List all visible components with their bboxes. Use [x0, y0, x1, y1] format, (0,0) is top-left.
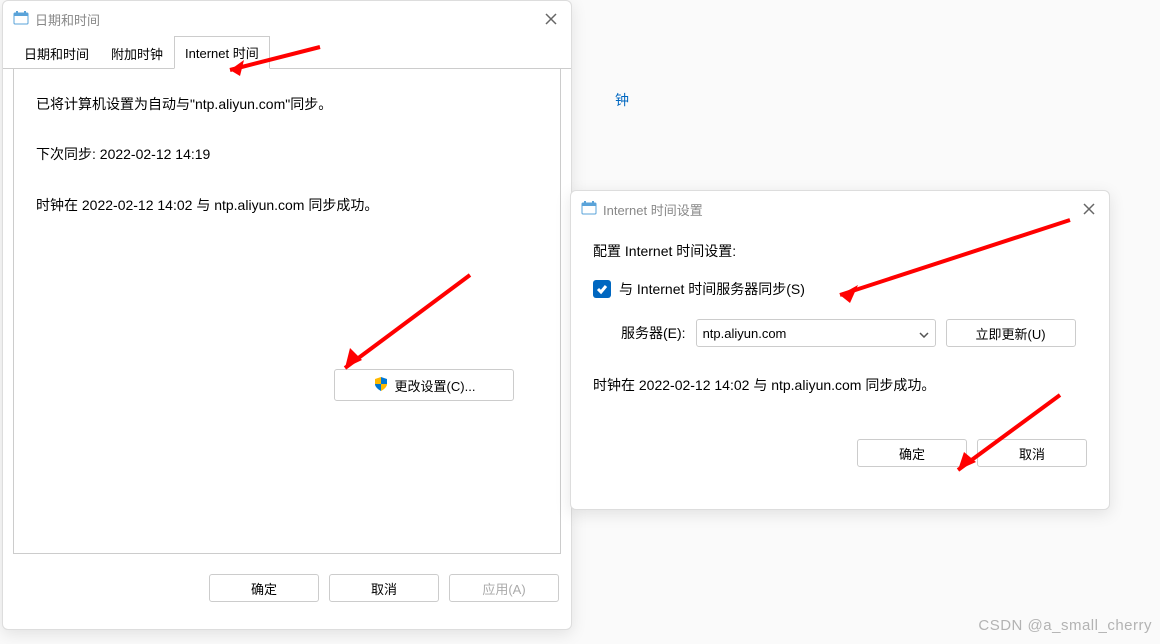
- date-time-dialog: 日期和时间 日期和时间 附加时钟 Internet 时间 已将计算机设置为自动与…: [2, 0, 572, 630]
- dialog-body: 配置 Internet 时间设置: 与 Internet 时间服务器同步(S) …: [571, 225, 1109, 429]
- apply-button[interactable]: 应用(A): [449, 574, 559, 602]
- sync-status-text: 已将计算机设置为自动与"ntp.aliyun.com"同步。: [36, 93, 538, 115]
- tab-additional-clocks[interactable]: 附加时钟: [100, 37, 174, 69]
- tab-internet-time[interactable]: Internet 时间: [174, 36, 270, 69]
- shield-icon: [373, 376, 389, 395]
- last-sync-text: 时钟在 2022-02-12 14:02 与 ntp.aliyun.com 同步…: [593, 375, 1087, 395]
- internet-time-settings-dialog: Internet 时间设置 配置 Internet 时间设置: 与 Intern…: [570, 190, 1110, 510]
- config-label: 配置 Internet 时间设置:: [593, 241, 1087, 261]
- tab-bar: 日期和时间 附加时钟 Internet 时间: [3, 35, 571, 69]
- dialog-title: 日期和时间: [35, 10, 541, 29]
- dialog-button-row: 确定 取消: [571, 429, 1109, 477]
- ok-button[interactable]: 确定: [209, 574, 319, 602]
- last-sync-text: 时钟在 2022-02-12 14:02 与 ntp.aliyun.com 同步…: [36, 194, 538, 216]
- server-label: 服务器(E):: [621, 323, 686, 343]
- check-icon: [596, 283, 608, 295]
- bg-clock-link[interactable]: 钟: [615, 90, 629, 110]
- change-settings-button[interactable]: 更改设置(C)...: [334, 369, 514, 401]
- tab-date-and-time[interactable]: 日期和时间: [13, 37, 100, 69]
- close-icon: [545, 13, 557, 25]
- change-settings-label: 更改设置(C)...: [395, 376, 476, 395]
- update-now-button[interactable]: 立即更新(U): [946, 319, 1076, 347]
- server-value: ntp.aliyun.com: [703, 326, 787, 341]
- ok-button[interactable]: 确定: [857, 439, 967, 467]
- cancel-button[interactable]: 取消: [329, 574, 439, 602]
- chevron-down-icon: [919, 326, 929, 341]
- cancel-button[interactable]: 取消: [977, 439, 1087, 467]
- tab-content-internet-time: 已将计算机设置为自动与"ntp.aliyun.com"同步。 下次同步: 202…: [13, 69, 561, 554]
- server-combobox[interactable]: ntp.aliyun.com: [696, 319, 936, 347]
- dialog-button-row: 确定 取消 应用(A): [3, 564, 571, 612]
- titlebar: Internet 时间设置: [571, 191, 1109, 225]
- watermark-text: CSDN @a_small_cherry: [978, 617, 1152, 634]
- titlebar: 日期和时间: [3, 1, 571, 35]
- sync-checkbox-label: 与 Internet 时间服务器同步(S): [619, 279, 805, 299]
- dialog-title: Internet 时间设置: [603, 200, 1079, 219]
- sync-checkbox-row: 与 Internet 时间服务器同步(S): [593, 279, 1087, 299]
- sync-checkbox[interactable]: [593, 280, 611, 298]
- calendar-icon: [581, 200, 597, 219]
- calendar-icon: [13, 10, 29, 29]
- close-button[interactable]: [1079, 199, 1099, 219]
- server-row: 服务器(E): ntp.aliyun.com 立即更新(U): [621, 319, 1087, 347]
- next-sync-text: 下次同步: 2022-02-12 14:19: [36, 143, 538, 165]
- close-icon: [1083, 203, 1095, 215]
- close-button[interactable]: [541, 9, 561, 29]
